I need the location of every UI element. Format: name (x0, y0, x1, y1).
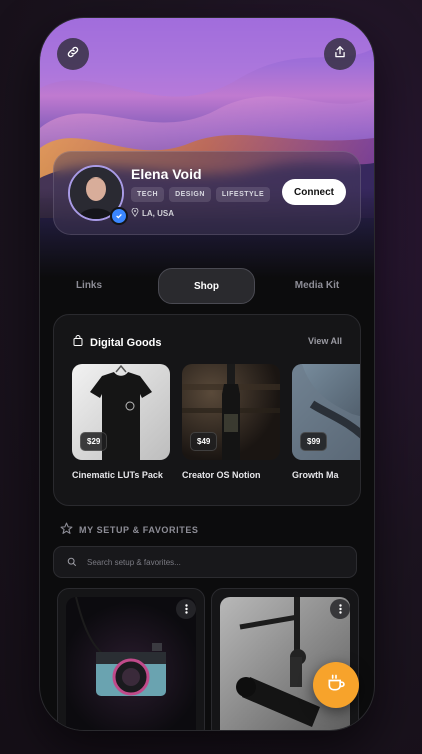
share-button[interactable] (324, 38, 356, 70)
link-icon (66, 45, 80, 64)
search-icon (67, 557, 77, 567)
location: LA, USA (131, 207, 174, 219)
tag-list: TECH DESIGN LIFESTYLE (131, 187, 271, 202)
product-image: $29 (72, 364, 170, 460)
more-options-button[interactable] (330, 599, 350, 619)
tab-media-kit[interactable]: Media Kit (275, 268, 359, 302)
more-options-button[interactable] (176, 599, 196, 619)
profile-name: Elena Void (131, 166, 202, 182)
product-name: Cinematic LUTs Pack (72, 470, 163, 480)
tab-shop[interactable]: Shop (158, 268, 255, 304)
setup-title-text: MY SETUP & FAVORITES (79, 524, 199, 535)
digital-goods-header: Digital Goods (72, 335, 162, 350)
tab-bar: Links Shop Media Kit (53, 268, 359, 304)
share-icon (333, 45, 347, 64)
product-card[interactable]: $29 Cinematic LUTs Pack (72, 364, 170, 480)
product-image: $99 (292, 364, 360, 460)
product-card[interactable]: $99 Growth Ma (292, 364, 360, 480)
profile-card: Elena Void TECH DESIGN LIFESTYLE LA, USA… (53, 151, 361, 235)
setup-item-camera[interactable] (57, 588, 205, 730)
link-button[interactable] (57, 38, 89, 70)
setup-section-title: MY SETUP & FAVORITES (60, 522, 199, 537)
location-pin-icon (131, 207, 139, 219)
tab-links[interactable]: Links (53, 268, 125, 302)
connect-button[interactable]: Connect (282, 179, 346, 205)
star-icon (60, 522, 73, 537)
price-badge: $99 (300, 432, 328, 451)
digital-goods-title: Digital Goods (90, 336, 162, 349)
product-name: Growth Ma (292, 470, 339, 480)
view-all-link[interactable]: View All (308, 336, 342, 346)
setup-item-microphone[interactable] (211, 588, 359, 730)
price-badge: $29 (80, 432, 108, 451)
digital-goods-card: Digital Goods View All $29 Cinematic LUT… (53, 314, 361, 506)
tag-tech: TECH (131, 187, 165, 202)
product-image: $49 (182, 364, 280, 460)
tag-design: DESIGN (169, 187, 211, 202)
product-card[interactable]: $49 Creator OS Notion (182, 364, 280, 480)
coffee-cup-icon (326, 673, 346, 698)
tip-coffee-button[interactable] (313, 662, 359, 708)
phone-frame: Elena Void TECH DESIGN LIFESTYLE LA, USA… (40, 18, 374, 730)
search-input[interactable] (85, 556, 329, 568)
product-name: Creator OS Notion (182, 470, 261, 480)
setup-search[interactable] (53, 546, 357, 578)
tag-lifestyle: LIFESTYLE (215, 187, 271, 202)
location-text: LA, USA (142, 209, 174, 218)
shopping-bag-icon (72, 335, 84, 350)
price-badge: $49 (190, 432, 218, 451)
camera-image (66, 597, 196, 730)
verified-badge-icon (110, 207, 128, 225)
